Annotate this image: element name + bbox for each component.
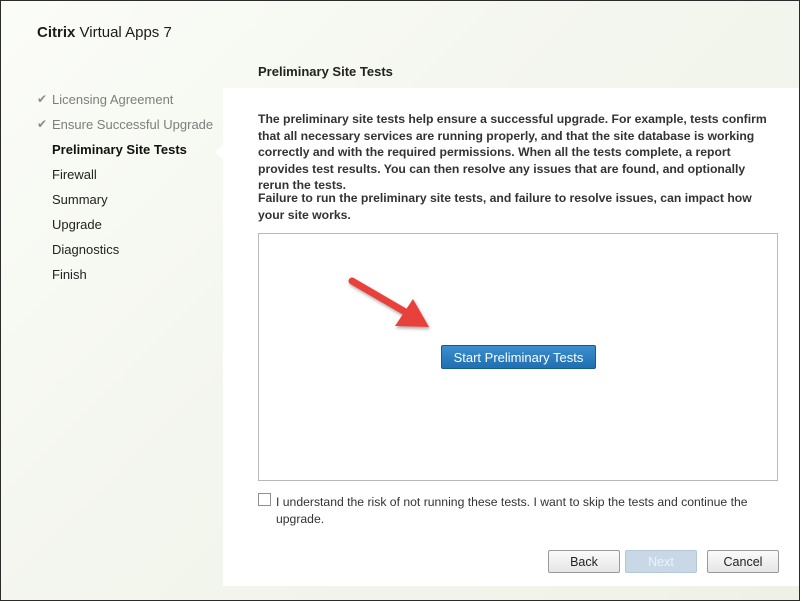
step-licensing-agreement: ✔ Licensing Agreement — [1, 87, 223, 112]
intro-paragraph: The preliminary site tests help ensure a… — [258, 112, 767, 192]
step-ensure-successful-upgrade: ✔ Ensure Successful Upgrade — [1, 112, 223, 137]
cancel-button[interactable]: Cancel — [707, 550, 779, 573]
red-arrow-icon — [348, 277, 429, 327]
warning-paragraph: Failure to run the preliminary site test… — [258, 191, 752, 222]
step-label: Firewall — [52, 167, 97, 182]
step-firewall: Firewall — [1, 162, 223, 187]
skip-tests-checkbox[interactable] — [258, 493, 271, 506]
installer-window: Citrix Virtual Apps 7 ✔ Licensing Agreem… — [0, 0, 800, 601]
brand-name: Citrix — [37, 24, 76, 41]
step-diagnostics: Diagnostics — [1, 237, 223, 262]
start-preliminary-tests-button[interactable]: Start Preliminary Tests — [441, 345, 596, 369]
step-label: Finish — [52, 267, 87, 282]
step-label: Ensure Successful Upgrade — [52, 117, 214, 132]
step-label: Licensing Agreement — [52, 92, 174, 107]
next-button[interactable]: Next — [625, 550, 697, 573]
product-name: Virtual Apps 7 — [79, 24, 172, 41]
checkmark-icon: ✔ — [37, 117, 48, 131]
step-preliminary-site-tests: Preliminary Site Tests — [1, 137, 223, 162]
step-label: Upgrade — [52, 217, 102, 232]
step-upgrade: Upgrade — [1, 212, 223, 237]
step-label: Summary — [52, 192, 108, 207]
current-step-pointer — [215, 144, 224, 160]
back-button[interactable]: Back — [548, 550, 620, 573]
wizard-steps: ✔ Licensing Agreement ✔ Ensure Successfu… — [1, 87, 223, 287]
page-title: Preliminary Site Tests — [258, 64, 393, 79]
checkmark-icon: ✔ — [37, 92, 48, 106]
skip-tests-label: I understand the risk of not running the… — [276, 495, 748, 526]
step-label: Diagnostics — [52, 242, 120, 257]
step-summary: Summary — [1, 187, 223, 212]
step-finish: Finish — [1, 262, 223, 287]
step-label: Preliminary Site Tests — [52, 142, 187, 157]
app-title: Citrix Virtual Apps 7 — [37, 24, 172, 41]
